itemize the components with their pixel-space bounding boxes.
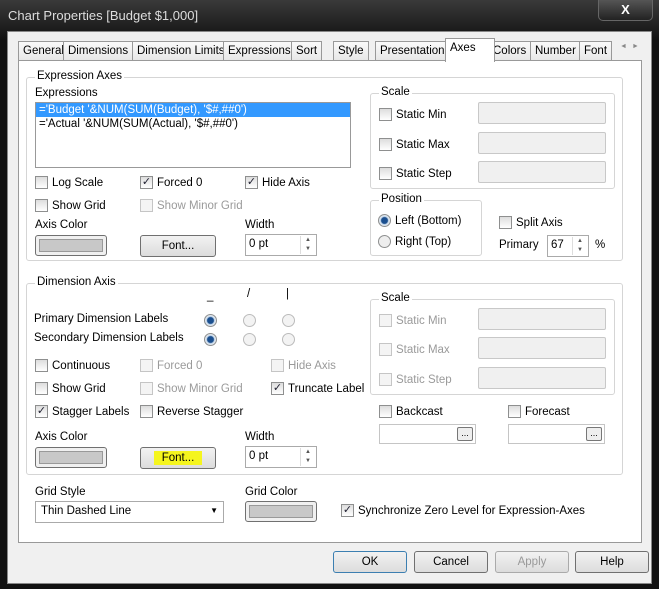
dimension-scale-group: Scale Static Min Static Max Static Step xyxy=(370,292,615,395)
chevron-down-icon: ▼ xyxy=(210,506,218,515)
apply-button[interactable]: Apply xyxy=(495,551,569,573)
dim-forced0-checkbox[interactable]: Forced 0 xyxy=(140,359,202,372)
help-button[interactable]: Help xyxy=(575,551,649,573)
tab-dimension-limits[interactable]: Dimension Limits xyxy=(132,41,230,61)
cancel-button[interactable]: Cancel xyxy=(414,551,488,573)
expression-scale-group: Scale Static Min Static Max Static Step xyxy=(370,86,615,189)
expression-item[interactable]: ='Budget '&NUM(SUM(Budget), '$#,##0') xyxy=(36,103,350,117)
expressions-label: Expressions xyxy=(35,87,98,99)
orient-horizontal-label: _ xyxy=(207,290,214,302)
tab-sort[interactable]: Sort xyxy=(291,41,323,61)
secondary-vertical-radio[interactable] xyxy=(282,333,295,346)
tab-font[interactable]: Font xyxy=(579,41,613,61)
backcast-browse-button[interactable]: ... xyxy=(457,427,473,441)
position-left-radio[interactable]: Left (Bottom) xyxy=(378,214,461,227)
close-button[interactable]: X xyxy=(598,0,653,21)
window-title: Chart Properties [Budget $1,000] xyxy=(8,8,199,23)
ok-button[interactable]: OK xyxy=(333,551,407,573)
static-min-input[interactable] xyxy=(478,102,606,124)
dim-static-step-checkbox[interactable]: Static Step xyxy=(379,373,452,386)
tab-number[interactable]: Number xyxy=(530,41,581,61)
primary-stepper[interactable]: 67 ▲ ▼ xyxy=(547,235,589,257)
static-step-checkbox[interactable]: Static Step xyxy=(379,167,452,180)
dim-static-max-checkbox[interactable]: Static Max xyxy=(379,343,450,356)
primary-labels-label: Primary Dimension Labels xyxy=(34,313,169,325)
orient-diagonal-label: / xyxy=(247,288,251,300)
show-grid-checkbox[interactable]: Show Grid xyxy=(35,199,106,212)
primary-diagonal-radio[interactable] xyxy=(243,314,256,327)
dialog-window: Chart Properties [Budget $1,000] X Gener… xyxy=(0,0,659,589)
percent-label: % xyxy=(595,239,606,251)
dim-static-min-input[interactable] xyxy=(478,308,606,330)
static-step-input[interactable] xyxy=(478,161,606,183)
static-max-checkbox[interactable]: Static Max xyxy=(379,138,450,151)
orient-vertical-label: | xyxy=(286,288,289,300)
dim-static-step-input[interactable] xyxy=(478,367,606,389)
dim-width-label: Width xyxy=(245,431,275,443)
expressions-list[interactable]: ='Budget '&NUM(SUM(Budget), '$#,##0') ='… xyxy=(35,102,351,168)
tab-expressions[interactable]: Expressions xyxy=(223,41,296,61)
dim-axis-color-label: Axis Color xyxy=(35,431,88,443)
secondary-labels-label: Secondary Dimension Labels xyxy=(34,332,184,344)
static-min-checkbox[interactable]: Static Min xyxy=(379,108,447,121)
tab-scroll-left-icon[interactable]: ◄ xyxy=(620,43,627,50)
continuous-checkbox[interactable]: Continuous xyxy=(35,359,110,372)
show-minor-grid-checkbox[interactable]: Show Minor Grid xyxy=(140,199,243,212)
forecast-checkbox[interactable]: Forecast xyxy=(508,405,570,418)
dialog-body: General Dimensions Dimension Limits Expr… xyxy=(7,31,652,584)
primary-vertical-radio[interactable] xyxy=(282,314,295,327)
dimension-axis-group: Dimension Axis _ / | Primary Dimension L… xyxy=(26,276,623,475)
expression-axes-legend: Expression Axes xyxy=(35,70,125,82)
axis-color-label: Axis Color xyxy=(35,219,88,231)
tab-scroll-right-icon[interactable]: ► xyxy=(632,43,639,50)
static-max-input[interactable] xyxy=(478,132,606,154)
hide-axis-checkbox[interactable]: ✓ Hide Axis xyxy=(245,176,310,189)
position-group: Position Left (Bottom) Right (Top) xyxy=(370,193,482,256)
tab-general[interactable]: General xyxy=(18,41,69,61)
stagger-labels-checkbox[interactable]: ✓ Stagger Labels xyxy=(35,405,129,418)
grid-color-label: Grid Color xyxy=(245,486,298,498)
backcast-input[interactable]: ... xyxy=(379,424,476,444)
forecast-browse-button[interactable]: ... xyxy=(586,427,602,441)
dim-static-min-checkbox[interactable]: Static Min xyxy=(379,314,447,327)
position-right-radio[interactable]: Right (Top) xyxy=(378,235,451,248)
split-axis-checkbox[interactable]: Split Axis xyxy=(499,216,563,229)
expression-item[interactable]: ='Actual '&NUM(SUM(Actual), '$#,##0') xyxy=(36,117,350,131)
axes-tab-pane: Expression Axes Expressions ='Budget '&N… xyxy=(18,60,642,543)
grid-style-label: Grid Style xyxy=(35,486,86,498)
font-button[interactable]: Font... xyxy=(140,235,216,257)
dim-static-max-input[interactable] xyxy=(478,337,606,359)
expression-axes-group: Expression Axes Expressions ='Budget '&N… xyxy=(26,70,623,261)
primary-label: Primary xyxy=(499,239,539,251)
width-label: Width xyxy=(245,219,275,231)
tab-style[interactable]: Style xyxy=(333,41,369,61)
sync-zero-checkbox[interactable]: ✓ Synchronize Zero Level for Expression-A… xyxy=(341,504,585,517)
tab-axes[interactable]: Axes xyxy=(445,38,495,62)
tab-presentation[interactable]: Presentation xyxy=(375,41,450,61)
secondary-diagonal-radio[interactable] xyxy=(243,333,256,346)
primary-horizontal-radio[interactable] xyxy=(204,314,217,327)
dim-axis-color-button[interactable] xyxy=(35,447,107,468)
truncate-label-checkbox[interactable]: ✓ Truncate Label xyxy=(271,382,364,395)
dimension-axis-legend: Dimension Axis xyxy=(35,276,118,288)
log-scale-checkbox[interactable]: Log Scale xyxy=(35,176,103,189)
width-stepper[interactable]: 0 pt ▲ ▼ xyxy=(245,234,317,256)
dim-font-button[interactable]: Font... xyxy=(140,447,216,469)
secondary-horizontal-radio[interactable] xyxy=(204,333,217,346)
forecast-input[interactable]: ... xyxy=(508,424,605,444)
dim-hide-axis-checkbox[interactable]: Hide Axis xyxy=(271,359,336,372)
axis-color-button[interactable] xyxy=(35,235,107,256)
dim-show-minor-grid-checkbox[interactable]: Show Minor Grid xyxy=(140,382,243,395)
grid-color-button[interactable] xyxy=(245,501,317,522)
dim-width-stepper[interactable]: 0 pt ▲ ▼ xyxy=(245,446,317,468)
reverse-stagger-checkbox[interactable]: Reverse Stagger xyxy=(140,405,243,418)
backcast-checkbox[interactable]: Backcast xyxy=(379,405,443,418)
dim-show-grid-checkbox[interactable]: Show Grid xyxy=(35,382,106,395)
grid-style-select[interactable]: Thin Dashed Line ▼ xyxy=(35,501,224,523)
tab-dimensions[interactable]: Dimensions xyxy=(63,41,134,61)
forced0-checkbox[interactable]: ✓ Forced 0 xyxy=(140,176,202,189)
